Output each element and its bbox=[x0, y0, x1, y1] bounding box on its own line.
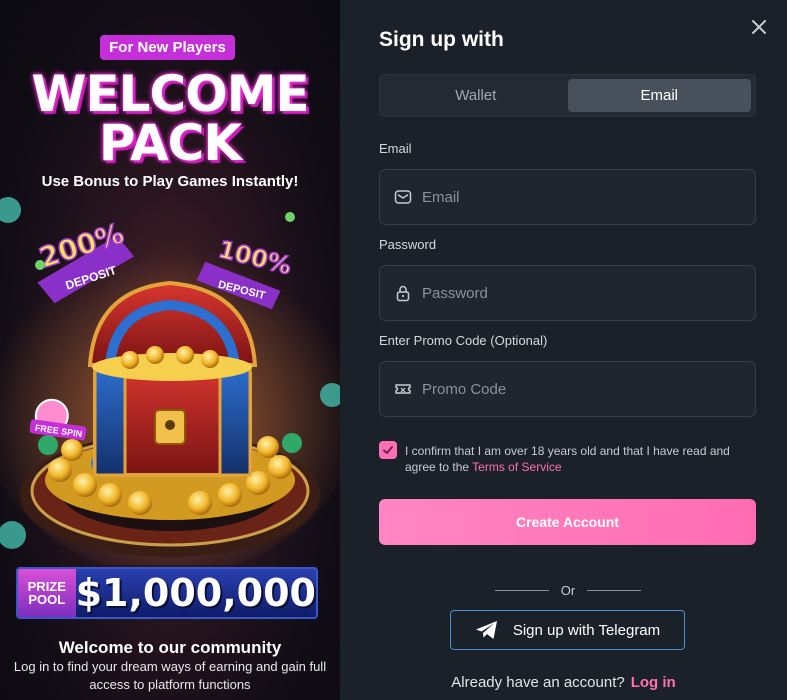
password-field-container[interactable] bbox=[379, 265, 756, 321]
form-title: Sign up with bbox=[379, 28, 504, 51]
promo-badge: For New Players bbox=[100, 35, 235, 60]
ticket-icon bbox=[395, 384, 411, 394]
divider-line bbox=[495, 589, 549, 591]
telegram-signup-button[interactable]: Sign up with Telegram bbox=[450, 610, 685, 650]
email-label: Email bbox=[379, 141, 412, 156]
community-title: Welcome to our community bbox=[58, 638, 282, 657]
signup-form-panel: Sign up with Wallet Email Email Password… bbox=[340, 0, 787, 700]
login-prompt-text: Already have an account? bbox=[451, 674, 625, 691]
create-account-button[interactable]: Create Account bbox=[379, 499, 756, 545]
lock-icon bbox=[396, 285, 410, 302]
prize-pool-label: PRIZE POOL bbox=[18, 569, 76, 617]
promo-code-label: Enter Promo Code (Optional) bbox=[379, 333, 548, 348]
check-icon bbox=[383, 446, 393, 454]
divider-text: Or bbox=[560, 582, 576, 598]
tab-email[interactable]: Email bbox=[567, 79, 751, 112]
signup-method-tabs: Wallet Email bbox=[379, 74, 756, 117]
promo-title-line2: PACK bbox=[98, 114, 242, 172]
promo-title: WELCOME PACK bbox=[0, 65, 340, 172]
prize-pool-banner: PRIZE POOL $1,000,000 bbox=[16, 567, 318, 619]
age-consent-checkbox[interactable] bbox=[379, 441, 397, 459]
email-field-container[interactable] bbox=[379, 169, 756, 225]
close-icon[interactable] bbox=[750, 18, 768, 36]
login-link[interactable]: Log in bbox=[631, 674, 676, 691]
telegram-icon bbox=[475, 621, 497, 639]
promo-code-field-container[interactable] bbox=[379, 361, 756, 417]
telegram-button-label: Sign up with Telegram bbox=[512, 621, 661, 639]
or-divider: Or bbox=[495, 581, 642, 599]
prize-label-line2: POOL bbox=[28, 592, 66, 607]
community-text: Log in to find your dream ways of earnin… bbox=[13, 659, 327, 692]
tab-wallet[interactable]: Wallet bbox=[384, 79, 568, 112]
treasure-chest-illustration: 200% DEPOSIT 100% DEPOSIT FREE SPIN bbox=[0, 197, 340, 565]
treasure-chest bbox=[87, 280, 258, 477]
divider-line bbox=[587, 589, 642, 591]
age-consent-text: I confirm that I am over 18 years old an… bbox=[405, 443, 755, 475]
close-button[interactable] bbox=[750, 18, 768, 36]
envelope-icon bbox=[394, 190, 412, 204]
password-label: Password bbox=[379, 237, 437, 252]
login-prompt: Already have an account? Log in bbox=[340, 674, 787, 691]
email-field[interactable] bbox=[422, 188, 742, 206]
promo-title-line1: WELCOME bbox=[31, 65, 309, 123]
prize-amount: $1,000,000 bbox=[75, 569, 316, 617]
password-field[interactable] bbox=[422, 284, 742, 302]
consent-text: I confirm that I am over 18 years old an… bbox=[405, 444, 730, 474]
promo-panel: For New Players WELCOME PACK Use Bonus t… bbox=[0, 0, 340, 700]
promo-subtitle: Use Bonus to Play Games Instantly! bbox=[41, 173, 299, 190]
promo-code-field[interactable] bbox=[422, 380, 742, 398]
terms-of-service-link[interactable]: Terms of Service bbox=[472, 460, 561, 474]
